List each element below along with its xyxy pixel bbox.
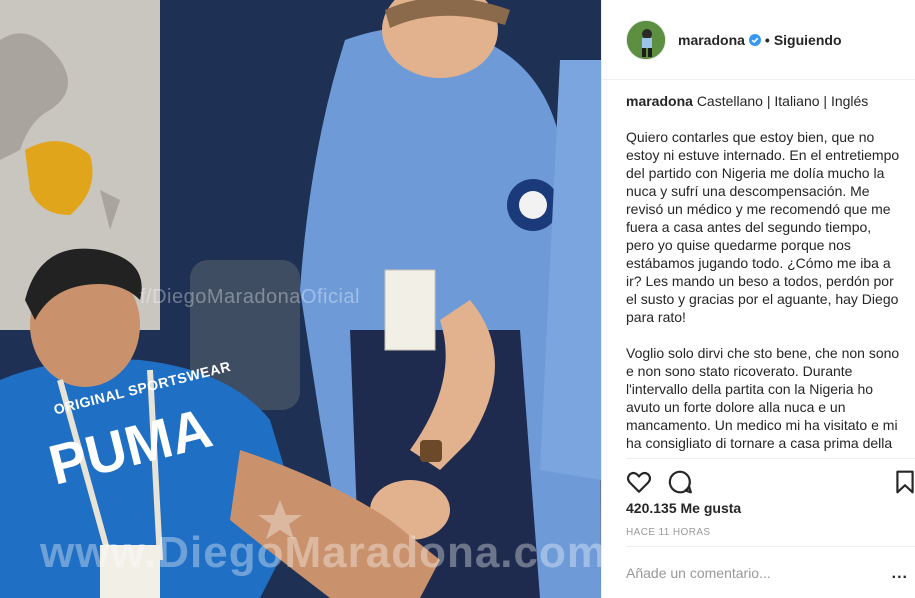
caption-username[interactable]: maradona — [626, 93, 693, 109]
post-header: maradona • Siguiendo — [602, 0, 915, 80]
photo-watermark: f/DiegoMaradonaOficial — [140, 286, 360, 308]
post-sidebar: maradona • Siguiendo maradona Castellano… — [601, 0, 915, 598]
bookmark-icon[interactable] — [892, 469, 915, 495]
comment-input[interactable] — [626, 565, 886, 581]
post-timestamp[interactable]: HACE 11 HORAS — [626, 527, 710, 538]
more-options-icon[interactable]: ... — [892, 565, 908, 583]
post-photo[interactable]: PUMA f/DiegoMaradonaOficial ORIGINAL SPO… — [0, 0, 601, 598]
photo-watermark-bottom: www.DiegoMaradona.com — [40, 528, 601, 577]
post-caption: maradona Castellano | Italiano | Inglés … — [626, 92, 902, 456]
verified-badge-icon — [748, 33, 761, 46]
comment-bubble-icon[interactable] — [667, 469, 693, 495]
caption-languages: Castellano | Italiano | Inglés — [696, 93, 869, 109]
heart-icon[interactable] — [626, 469, 652, 495]
post-dialog: PUMA f/DiegoMaradonaOficial ORIGINAL SPO… — [0, 0, 915, 598]
comment-bar: ... — [626, 546, 915, 598]
header-separator: • — [764, 31, 770, 48]
like-count[interactable]: 420.135 Me gusta — [626, 500, 741, 516]
post-actions — [626, 458, 915, 498]
follow-status-button[interactable]: Siguiendo — [774, 32, 842, 48]
avatar-image-icon — [627, 20, 665, 59]
caption-paragraph-italian: Voglio solo dirvi che sto bene, che non … — [626, 345, 900, 456]
avatar[interactable] — [626, 19, 666, 60]
header-username[interactable]: maradona — [678, 32, 745, 48]
caption-paragraph-spanish: Quiero contarles que estoy bien, que no … — [626, 129, 900, 325]
